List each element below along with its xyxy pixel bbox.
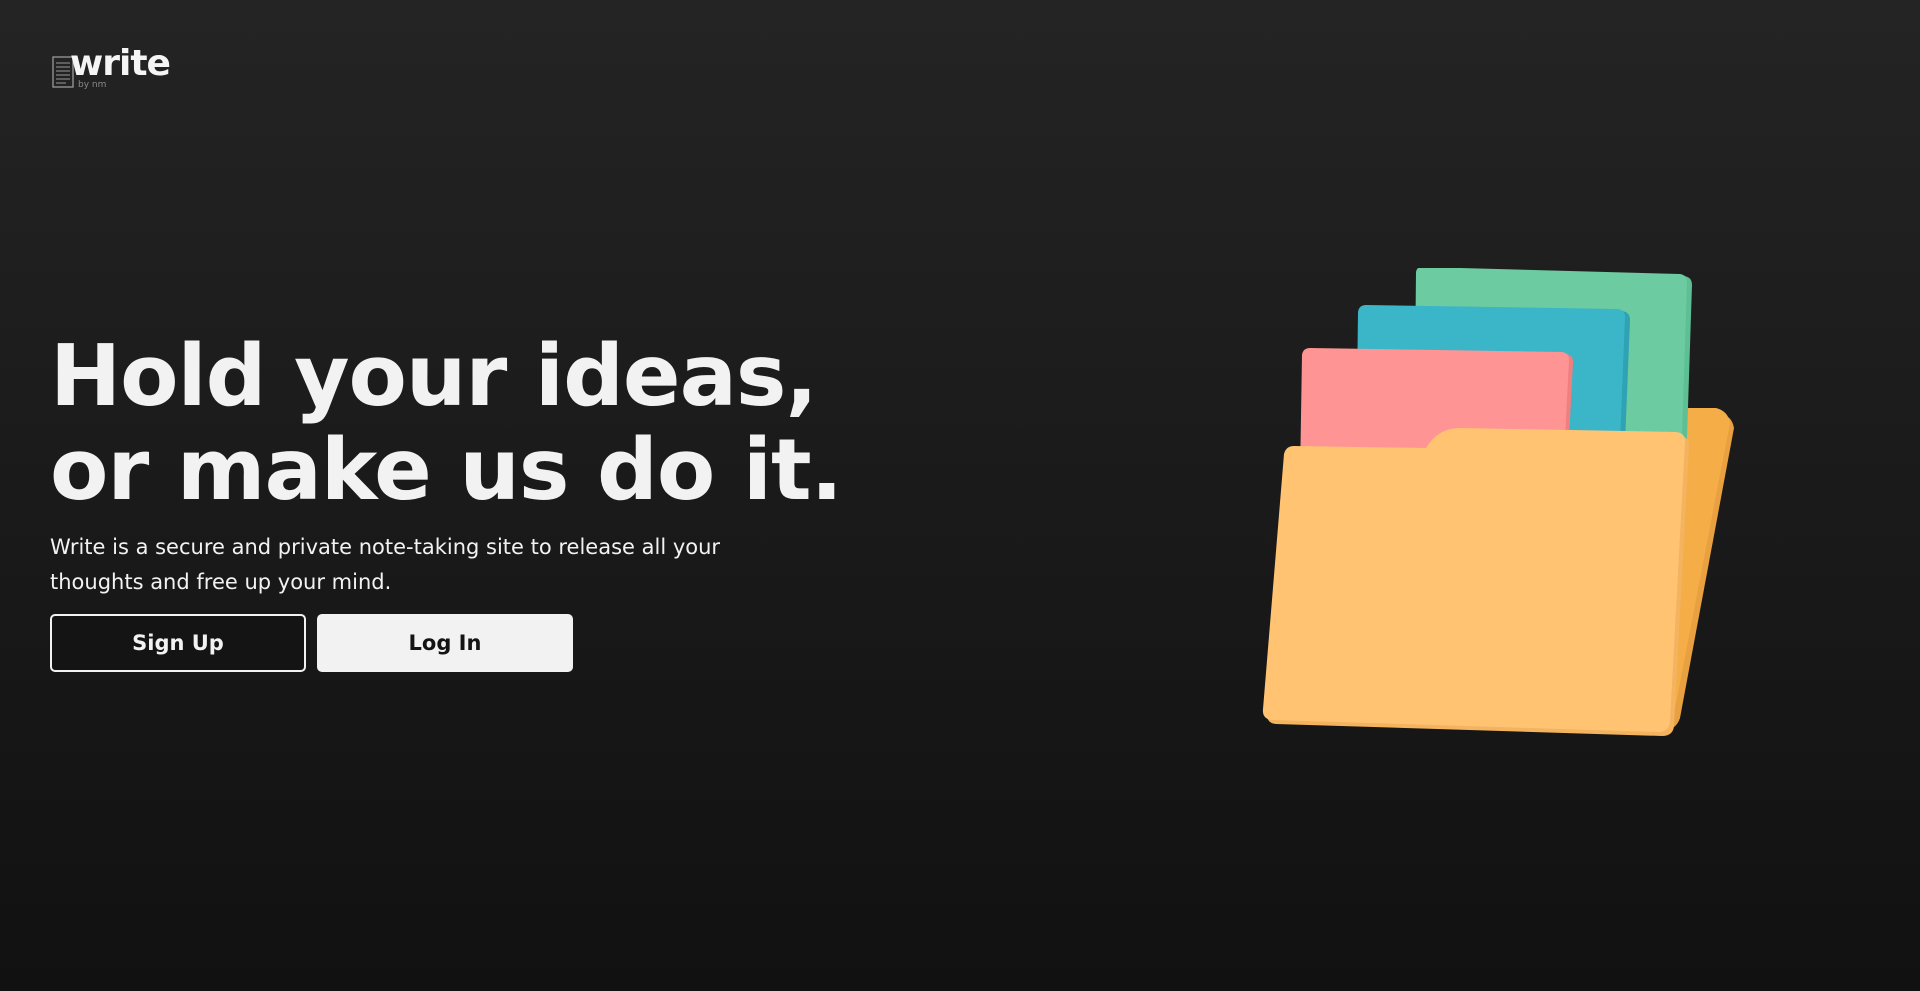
signup-button[interactable]: Sign Up — [50, 614, 306, 672]
hero-section: Hold your ideas, or make us do it. Write… — [50, 330, 950, 672]
brand-logo[interactable]: write by nm — [50, 46, 180, 95]
headline-line-1: Hold your ideas, — [50, 327, 818, 426]
brand-tagline: by nm — [78, 80, 107, 90]
hero-headline: Hold your ideas, or make us do it. — [50, 330, 950, 518]
headline-line-2: or make us do it. — [50, 421, 843, 520]
login-button[interactable]: Log In — [317, 614, 573, 672]
hero-subtitle: Write is a secure and private note-takin… — [50, 535, 721, 594]
hero-actions: Sign Up Log In — [50, 614, 950, 672]
folder-with-papers-icon — [1262, 268, 1734, 736]
brand-name: write — [70, 43, 171, 84]
